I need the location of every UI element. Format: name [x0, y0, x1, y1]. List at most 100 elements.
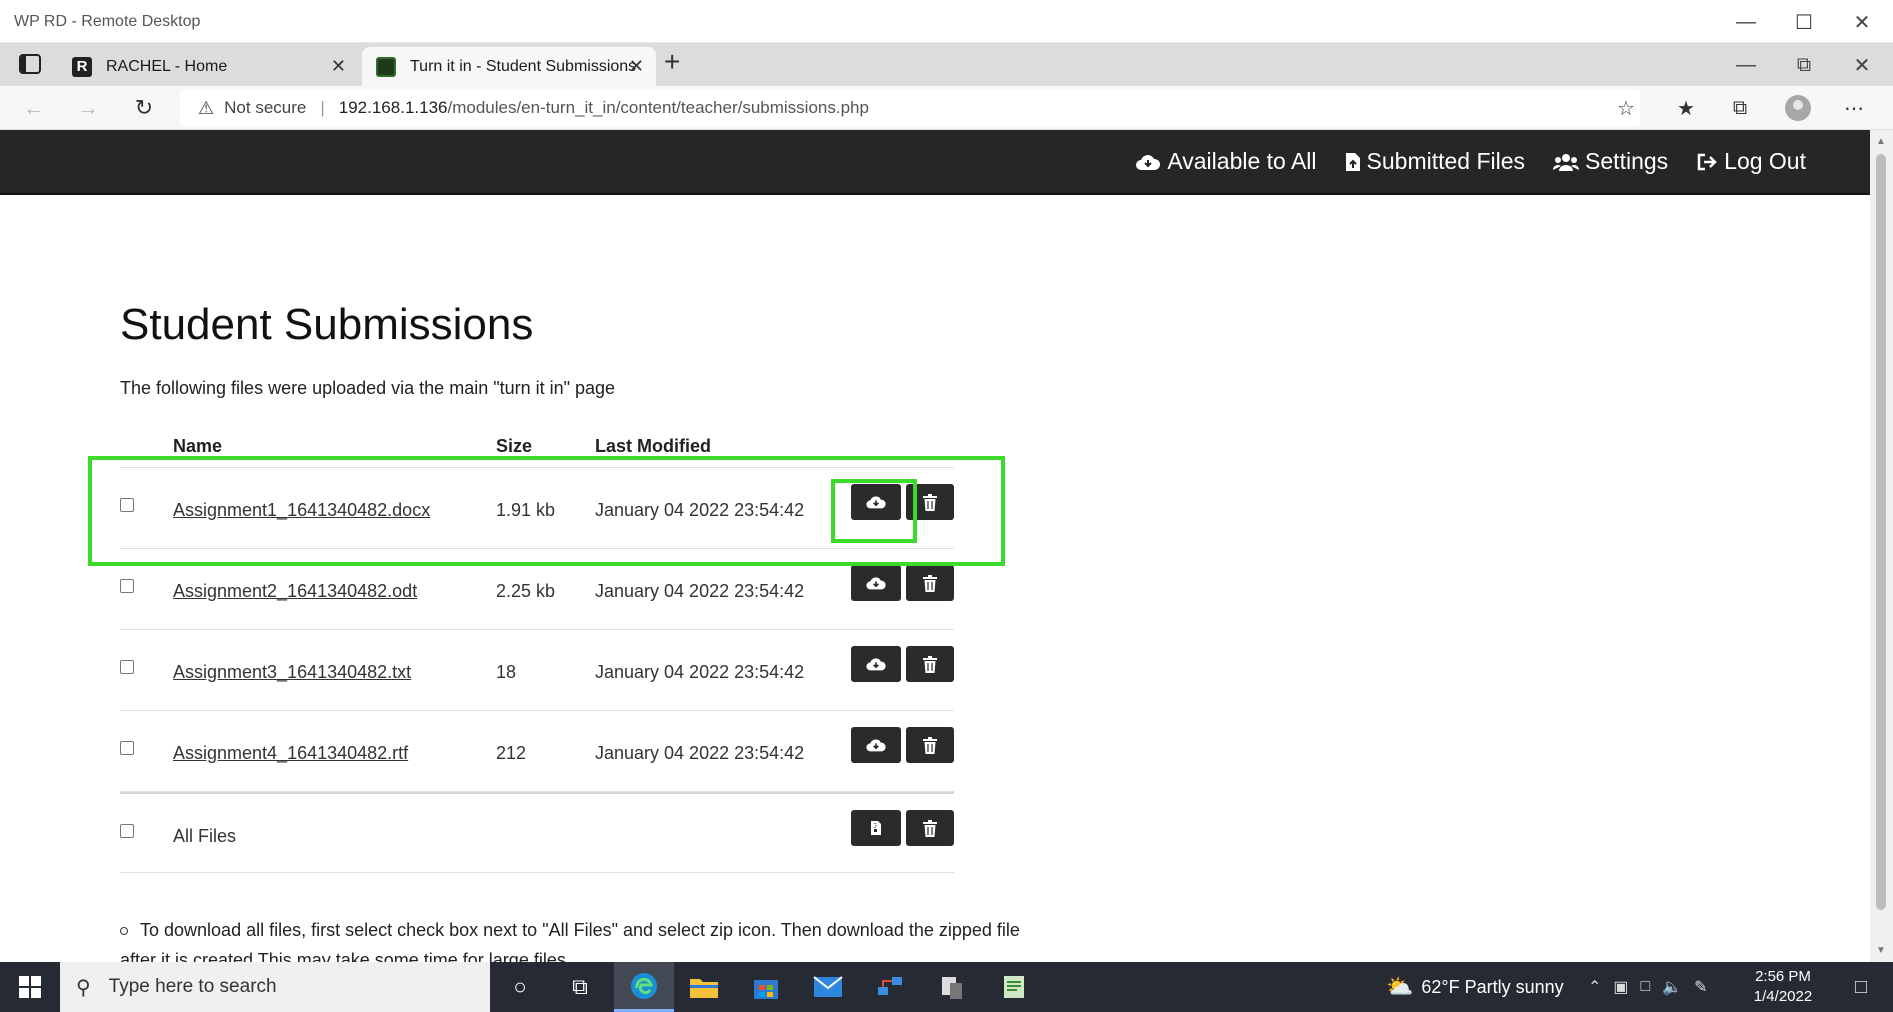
- file-size: 18: [496, 662, 517, 682]
- network-app-icon[interactable]: [860, 962, 920, 1012]
- forward-arrow-icon[interactable]: →: [72, 92, 104, 124]
- address-bar[interactable]: ⚠ Not secure | 192.168.1.136/modules/en-…: [180, 90, 1640, 126]
- security-status[interactable]: Not secure: [224, 98, 306, 118]
- tab-turn-it-in[interactable]: Turn it in - Student Submissions ✕: [362, 47, 656, 86]
- tab-label: RACHEL - Home: [106, 57, 228, 75]
- notepad-app-icon[interactable]: [984, 962, 1044, 1012]
- file-size: 212: [496, 743, 527, 763]
- task-view-icon[interactable]: ⧉: [550, 962, 610, 1012]
- file-checkbox[interactable]: [120, 741, 134, 755]
- nav-log-out[interactable]: Log Out: [1696, 148, 1806, 175]
- edge-taskbar-icon[interactable]: [614, 962, 674, 1012]
- download-instructions: To download all files, first select chec…: [120, 915, 1080, 962]
- file-modified: January 04 2022 23:54:42: [595, 743, 805, 763]
- document-edit-icon: [1004, 976, 1024, 998]
- start-button[interactable]: [0, 962, 60, 1012]
- page-header: Student Submissions The following files …: [120, 300, 615, 399]
- store-icon[interactable]: [736, 962, 796, 1012]
- address-toolbar: ← → ↻ ⚠ Not secure | 192.168.1.136/modul…: [0, 86, 1893, 130]
- weather-text: 62°F Partly sunny: [1421, 976, 1564, 997]
- weather-widget[interactable]: ⛅ 62°F Partly sunny: [1386, 962, 1564, 1012]
- file-link[interactable]: Assignment3_1641340482.txt: [173, 662, 411, 683]
- taskbar-search[interactable]: ⚲ Type here to search: [60, 962, 490, 1012]
- cortana-icon[interactable]: ○: [490, 962, 550, 1012]
- file-checkbox[interactable]: [120, 660, 134, 674]
- rd-minimize-icon[interactable]: —: [1718, 8, 1774, 36]
- search-placeholder: Type here to search: [108, 976, 277, 997]
- chevron-up-icon[interactable]: ⌃: [1588, 977, 1601, 997]
- back-arrow-icon[interactable]: ←: [18, 92, 50, 124]
- nav-settings[interactable]: Settings: [1553, 148, 1668, 175]
- scroll-up-icon[interactable]: ▲: [1876, 136, 1886, 147]
- tab-close-icon[interactable]: ✕: [331, 56, 346, 77]
- volume-icon[interactable]: 🔈: [1662, 977, 1682, 997]
- zip-file-icon: [871, 821, 881, 835]
- collections-icon[interactable]: ⧉: [1722, 92, 1758, 124]
- file-link[interactable]: Assignment2_1641340482.odt: [173, 581, 417, 602]
- new-tab-icon[interactable]: +: [664, 48, 680, 76]
- zip-button[interactable]: [851, 810, 901, 846]
- rachel-favicon-icon: R: [72, 56, 92, 77]
- device-icon[interactable]: ▣: [1613, 977, 1628, 997]
- page-scrollbar[interactable]: ▲ ▼: [1870, 130, 1893, 962]
- note-line: after it is created This may take some t…: [120, 950, 571, 962]
- network-computers-icon: [878, 977, 902, 995]
- system-tray: ⌃ ▣ □ 🔈 ✎: [1588, 962, 1708, 1012]
- taskbar-clock[interactable]: 2:56 PM 1/4/2022: [1738, 967, 1828, 1007]
- warning-icon[interactable]: ⚠: [198, 98, 214, 119]
- nav-label: Settings: [1585, 148, 1669, 174]
- remote-desktop-title: WP RD - Remote Desktop: [14, 13, 201, 30]
- url-host: 192.168.1.136: [338, 98, 448, 117]
- refresh-icon[interactable]: ↻: [128, 92, 160, 124]
- note-line: To download all files, first select chec…: [140, 920, 1020, 940]
- pen-icon[interactable]: ✎: [1694, 977, 1707, 997]
- delete-button[interactable]: [906, 565, 954, 601]
- settings-more-icon[interactable]: ⋯: [1836, 92, 1872, 124]
- download-button[interactable]: [851, 727, 901, 763]
- download-button[interactable]: [851, 565, 901, 601]
- file-link[interactable]: Assignment4_1641340482.rtf: [173, 743, 408, 764]
- clock-time: 2:56 PM: [1755, 968, 1811, 985]
- file-modified: January 04 2022 23:54:42: [595, 581, 805, 601]
- nav-submitted-files[interactable]: Submitted Files: [1345, 148, 1526, 175]
- browser-close-icon[interactable]: ✕: [1834, 51, 1890, 79]
- folder-icon: [690, 979, 718, 998]
- store-bag-icon: [754, 980, 778, 999]
- rd-close-icon[interactable]: ✕: [1834, 8, 1890, 36]
- tab-rachel-home[interactable]: R RACHEL - Home ✕: [58, 47, 358, 86]
- tab-close-icon[interactable]: ✕: [629, 56, 644, 77]
- nav-available-to-all[interactable]: Available to All: [1135, 148, 1317, 175]
- rd-maximize-icon[interactable]: ☐: [1776, 8, 1832, 36]
- scroll-down-icon[interactable]: ▼: [1876, 945, 1886, 956]
- envelope-icon: [813, 976, 843, 997]
- page-viewport: Available to All Submitted Files Setting…: [0, 130, 1870, 962]
- mail-icon[interactable]: [798, 962, 858, 1012]
- trash-icon: [923, 736, 937, 754]
- browser-restore-icon[interactable]: ⧉: [1776, 51, 1832, 79]
- file-checkbox[interactable]: [120, 579, 134, 593]
- address-divider: |: [320, 98, 325, 117]
- remote-desktop-titlebar: WP RD - Remote Desktop — ☐ ✕: [0, 0, 1893, 43]
- remote-app-icon[interactable]: [922, 962, 982, 1012]
- sign-out-icon: [1697, 153, 1717, 170]
- page-title: Student Submissions: [120, 300, 534, 349]
- cloud-download-icon: [866, 658, 886, 671]
- all-files-checkbox[interactable]: [120, 824, 134, 838]
- turn-it-in-favicon-icon: [376, 56, 396, 77]
- bullet-icon: [120, 927, 128, 936]
- favorites-icon[interactable]: ★: [1668, 92, 1704, 124]
- add-favorite-icon[interactable]: ☆: [1608, 92, 1644, 124]
- tab-actions-icon[interactable]: [18, 53, 42, 75]
- delete-button[interactable]: [906, 727, 954, 763]
- nav-label: Submitted Files: [1366, 148, 1526, 174]
- scroll-thumb[interactable]: [1876, 154, 1886, 910]
- edge-icon: [631, 972, 657, 999]
- network-icon[interactable]: □: [1641, 978, 1651, 996]
- delete-all-button[interactable]: [906, 810, 954, 846]
- download-button[interactable]: [851, 646, 901, 682]
- browser-minimize-icon[interactable]: —: [1718, 51, 1774, 79]
- notifications-icon[interactable]: □: [1836, 962, 1886, 1012]
- profile-avatar[interactable]: [1780, 92, 1816, 124]
- delete-button[interactable]: [906, 646, 954, 682]
- file-explorer-icon[interactable]: [674, 962, 734, 1012]
